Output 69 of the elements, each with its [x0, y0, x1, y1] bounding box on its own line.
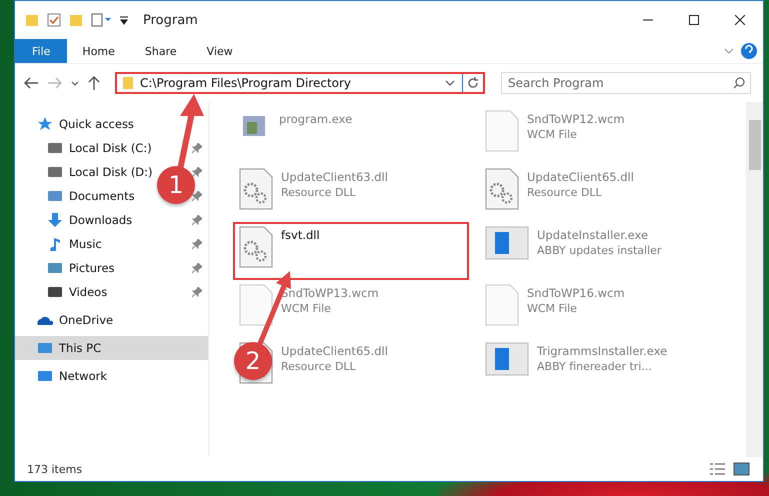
sidebar-item[interactable]: Documents — [69, 189, 135, 203]
downloads-icon — [47, 213, 63, 227]
step-badge: 2 — [234, 342, 272, 380]
address-path: C:\Program Files\Program Directory — [140, 76, 352, 90]
search-field[interactable]: Search Program — [501, 72, 751, 94]
file-type: Resource DLL — [281, 186, 357, 199]
file-type: Resource DLL — [281, 360, 357, 373]
file-name[interactable]: fsvt.dll — [281, 228, 320, 242]
large-icons-view-icon[interactable] — [733, 462, 751, 476]
dropdown-icon[interactable] — [119, 15, 129, 25]
ribbon-tab[interactable]: Home — [67, 39, 130, 63]
gear-file-icon — [239, 168, 273, 210]
file-type: ABBY updates installer — [537, 244, 662, 257]
back-icon[interactable] — [23, 76, 39, 90]
ribbon-tab[interactable]: File — [15, 39, 68, 63]
pin-icon[interactable] — [192, 239, 202, 249]
folder-icon — [25, 13, 39, 27]
address-bar[interactable]: C:\Program Files\Program Directory — [115, 72, 485, 94]
search-icon — [733, 77, 745, 89]
file-name[interactable]: SndToWP16.wcm — [527, 286, 625, 300]
ribbon-tab[interactable]: View — [192, 39, 248, 63]
sidebar-item[interactable]: Quick access — [59, 117, 134, 131]
file-type: Resource DLL — [527, 186, 603, 199]
file-name[interactable]: TrigrammsInstaller.exe — [537, 344, 668, 358]
file-type: ABBY finereader tri... — [537, 360, 653, 373]
file-icon — [485, 284, 519, 326]
file-icon — [485, 110, 519, 152]
file-name[interactable]: UpdateClient65.dll — [281, 344, 388, 358]
file-type: WCM File — [281, 302, 332, 315]
gear-file-icon — [239, 226, 273, 268]
pin-icon[interactable] — [192, 215, 202, 225]
file-icon — [239, 284, 273, 326]
file-type: WCM File — [527, 302, 578, 315]
checklist-icon[interactable] — [47, 13, 61, 27]
sidebar-item[interactable]: This PC — [59, 341, 102, 355]
scrollbar[interactable] — [746, 102, 763, 457]
file-name[interactable]: program.exe — [279, 112, 352, 126]
sidebar-item[interactable]: OneDrive — [59, 313, 114, 327]
sidebar-item[interactable]: Network — [59, 369, 108, 383]
details-view-icon[interactable] — [709, 462, 727, 476]
up-icon[interactable] — [87, 75, 101, 91]
file-name[interactable]: SndToWP12.wcm — [527, 112, 625, 126]
item-count: 173 items — [27, 462, 82, 476]
forward-icon[interactable] — [47, 76, 63, 90]
pin-icon[interactable] — [192, 143, 202, 153]
pin-icon[interactable] — [192, 263, 202, 273]
folder-icon — [122, 76, 134, 90]
pin-icon[interactable] — [192, 191, 202, 201]
maximize-icon — [689, 15, 699, 25]
file-name[interactable]: UpdateClient63.dll — [281, 170, 388, 184]
installer-icon — [485, 226, 529, 260]
gear-file-icon — [485, 168, 519, 210]
sidebar-item[interactable]: Videos — [69, 285, 108, 299]
file-name[interactable]: UpdateInstaller.exe — [537, 228, 662, 242]
installer-icon — [485, 342, 529, 376]
sidebar-item[interactable]: Pictures — [69, 261, 115, 275]
sidebar-item[interactable]: Local Disk (C:) — [69, 141, 152, 155]
pin-icon[interactable] — [192, 287, 202, 297]
window-title: Program — [143, 12, 198, 28]
scroll-thumb[interactable] — [748, 120, 760, 170]
sidebar-item[interactable]: Local Disk (D:) — [69, 165, 153, 179]
close-icon — [735, 15, 745, 25]
sidebar-item[interactable]: Downloads — [69, 213, 132, 227]
pin-icon[interactable] — [192, 167, 202, 177]
file-type: WCM File — [527, 128, 578, 141]
music-icon — [47, 237, 63, 251]
sidebar-item[interactable]: Music — [69, 237, 102, 251]
ribbon-tab[interactable]: Share — [130, 39, 192, 63]
file-name[interactable]: UpdateClient65.dll — [527, 170, 634, 184]
